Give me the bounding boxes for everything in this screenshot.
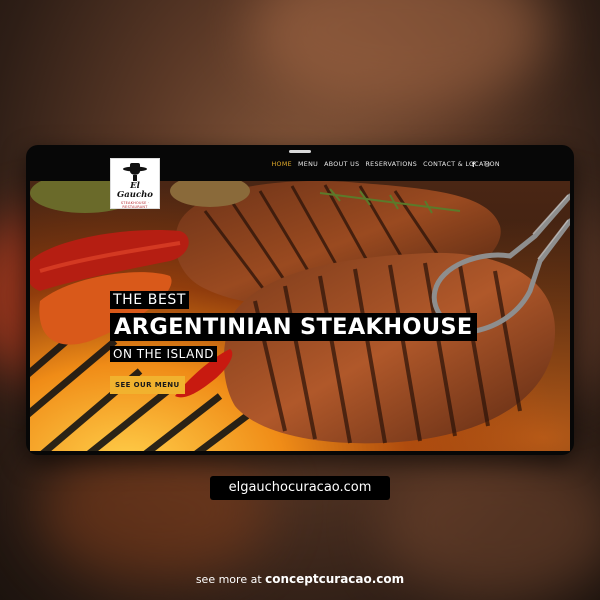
- nav-item-home[interactable]: HOME: [271, 161, 292, 168]
- gaucho-hat-icon: [123, 163, 147, 181]
- footer-credit: see more at conceptcuracao.com: [0, 572, 600, 586]
- site-url-label: elgauchocuracao.com: [210, 476, 390, 500]
- logo-tagline: STEAKHOUSE · RESTAURANT: [120, 201, 150, 209]
- site-logo[interactable]: El Gaucho STEAKHOUSE · RESTAURANT: [110, 158, 160, 209]
- hero-headline: ARGENTINIAN STEAKHOUSE: [110, 313, 477, 341]
- logo-name: El Gaucho: [117, 181, 153, 200]
- hero-line-1: THE BEST: [110, 291, 190, 309]
- see-our-menu-button[interactable]: SEE OUR MENU: [110, 376, 185, 394]
- footer-prefix: see more at: [195, 573, 262, 586]
- facebook-icon[interactable]: f: [472, 161, 475, 169]
- hero-line-3: ON THE ISLAND: [110, 346, 218, 362]
- nav-item-reservations[interactable]: RESERVATIONS: [365, 161, 417, 168]
- nav-item-menu[interactable]: MENU: [298, 161, 318, 168]
- nav-item-about-us[interactable]: ABOUT US: [324, 161, 359, 168]
- nav-menu: HOME MENU ABOUT US RESERVATIONS CONTACT …: [271, 161, 500, 168]
- instagram-icon[interactable]: ◎: [484, 160, 490, 168]
- footer-brand-link[interactable]: conceptcuracao.com: [265, 572, 404, 586]
